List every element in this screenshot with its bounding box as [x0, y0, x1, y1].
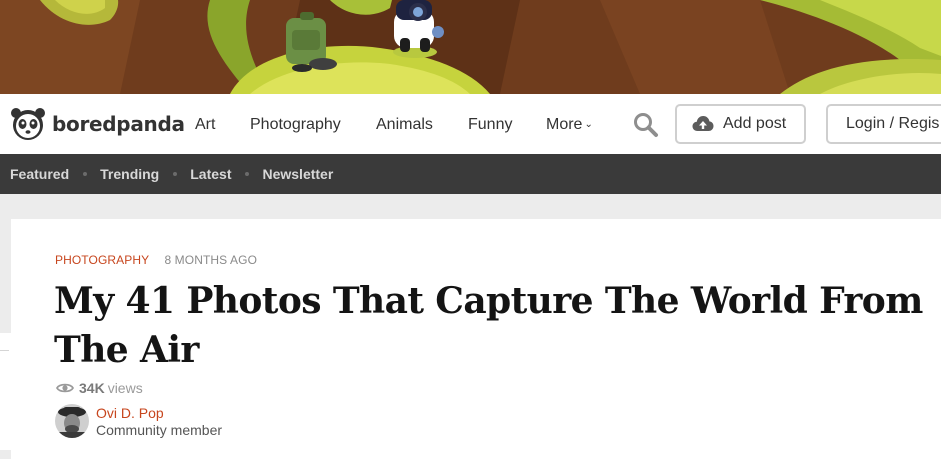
site-header: boredpanda Art Photography Animals Funny…	[0, 94, 941, 154]
divider	[0, 350, 9, 351]
subnav-latest[interactable]: Latest	[190, 154, 231, 194]
article-title: My 41 Photos That Capture The World From…	[54, 280, 923, 371]
login-register-button[interactable]: Login / Regis	[826, 104, 941, 144]
subnav-separator	[173, 172, 178, 176]
nav-more-label: More	[546, 116, 583, 133]
add-post-label: Add post	[723, 115, 787, 132]
sub-navigation: Featured Trending Latest Newsletter	[0, 154, 941, 194]
author-name-link[interactable]: Ovi D. Pop	[96, 405, 222, 421]
site-logo[interactable]: boredpanda	[10, 104, 185, 144]
login-label: Login / Regis	[846, 115, 940, 132]
article-category-link[interactable]: Photography	[55, 253, 149, 267]
article-meta: Photography 8 months ago	[55, 253, 257, 267]
nav-animals[interactable]: Animals	[376, 94, 433, 154]
subnav-trending[interactable]: Trending	[100, 154, 159, 194]
subnav-newsletter[interactable]: Newsletter	[262, 154, 333, 194]
views-unit: views	[107, 380, 143, 396]
author-role: Community member	[96, 422, 223, 438]
banner-illustration	[0, 0, 941, 94]
logo-wordmark: boredpanda	[52, 112, 185, 136]
nav-art[interactable]: Art	[195, 94, 215, 154]
subnav-featured[interactable]: Featured	[10, 154, 69, 194]
author-avatar-image	[55, 404, 89, 438]
cloud-upload-icon	[692, 116, 714, 131]
avatar[interactable]	[55, 404, 89, 438]
article-views: 34K views	[56, 380, 143, 396]
nav-funny[interactable]: Funny	[468, 94, 512, 154]
nav-photography[interactable]: Photography	[250, 94, 341, 154]
subnav-separator	[83, 172, 88, 176]
add-post-button[interactable]: Add post	[675, 104, 806, 144]
nav-more[interactable]: More ⌄	[546, 94, 593, 154]
views-count: 34K	[79, 380, 105, 396]
author-block: Ovi D. Pop Community member	[55, 404, 222, 439]
article-timestamp: 8 months ago	[164, 253, 258, 267]
author-info: Ovi D. Pop Community member	[96, 405, 222, 439]
eye-icon	[56, 383, 74, 393]
chevron-down-icon: ⌄	[584, 119, 593, 130]
search-icon[interactable]	[633, 112, 659, 138]
subnav-separator	[245, 172, 250, 176]
article-card: Photography 8 months ago My 41 Photos Th…	[11, 219, 941, 459]
panda-logo-icon	[11, 108, 45, 140]
header-banner	[0, 0, 941, 94]
